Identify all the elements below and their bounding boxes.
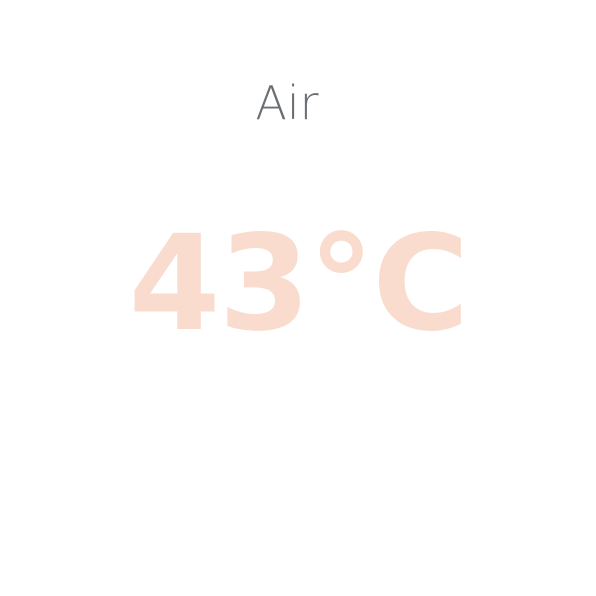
temperature-value: 43°C [128, 207, 470, 361]
sensor-label: Air [255, 76, 319, 130]
air-temperature-widget: Air 43°C [0, 0, 596, 596]
